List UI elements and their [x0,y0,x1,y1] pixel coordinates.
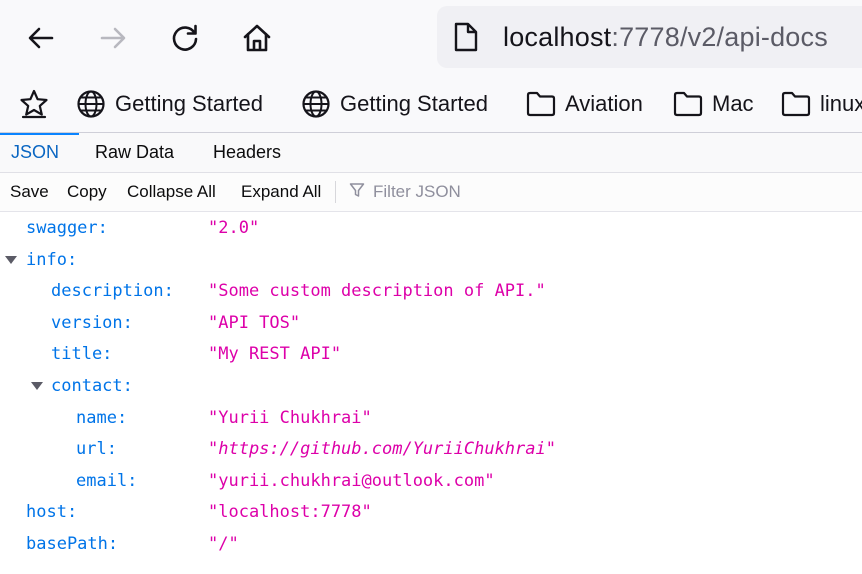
json-value: "yurii.chukhrai@outlook.com" [208,471,495,491]
tree-row-expandable[interactable]: contact: [0,370,862,402]
filter-icon [349,182,365,203]
tree-row[interactable]: title: "My REST API" [0,338,862,370]
bookmark-folder-aviation[interactable]: Aviation [526,87,643,121]
bookmark-label: Getting Started [340,91,488,116]
json-value: "My REST API" [208,344,342,364]
tab-json[interactable]: JSON [11,133,59,172]
json-toolbar: Save Copy Collapse All Expand All [0,173,862,212]
selected-tab-indicator [0,133,79,135]
arrow-right-icon [100,27,126,49]
url-host: localhost [503,21,612,52]
json-key: swagger: [26,218,108,238]
home-button[interactable] [234,15,280,61]
json-key: version: [51,313,133,333]
json-viewer-tabs: JSON Raw Data Headers [0,133,862,173]
browser-toolbar: localhost:7778/v2/api-docs [0,0,862,78]
folder-icon [526,89,556,119]
tab-headers[interactable]: Headers [213,133,281,172]
bookmark-getting-started-1[interactable]: Getting Started [76,87,263,121]
save-button[interactable]: Save [10,173,49,211]
tree-row[interactable]: version: "API TOS" [0,307,862,339]
bookmark-label: linux [820,91,862,116]
json-key: title: [51,344,113,364]
json-value: "Yurii Chukhrai" [208,408,372,428]
forward-button[interactable] [90,15,136,61]
json-key: url: [76,439,117,459]
reload-button[interactable] [162,15,208,61]
filter-json-input[interactable] [371,181,675,203]
url-bar[interactable]: localhost:7778/v2/api-docs [437,6,862,68]
folder-icon [781,89,811,119]
home-icon [243,24,271,52]
json-key: email: [76,471,138,491]
bookmark-folder-mac[interactable]: Mac [673,87,754,121]
tree-row[interactable]: url: "https://github.com/YuriiChukhrai" [0,433,862,465]
json-key: info: [26,250,78,270]
json-key: host: [26,502,78,522]
json-value: "localhost:7778" [208,502,372,522]
json-value: "API TOS" [208,313,301,333]
json-key: contact: [51,376,133,396]
tree-row-expandable[interactable]: info: [0,244,862,276]
json-value: "2.0" [208,218,260,238]
json-value: "/" [208,534,239,554]
bookmark-folder-linux[interactable]: linux [781,87,862,121]
bookmark-label: Aviation [565,91,643,116]
globe-icon [301,89,331,119]
tree-row[interactable]: name: "Yurii Chukhrai" [0,402,862,434]
bookmark-getting-started-2[interactable]: Getting Started [301,87,488,121]
page-icon [453,20,483,54]
filter-box [349,173,675,211]
url-path: :7778/v2/api-docs [611,21,828,52]
bookmark-label: Mac [712,91,754,116]
json-key: basePath: [26,534,119,554]
tree-row[interactable]: host: "localhost:7778" [0,496,862,528]
toolbar-divider [335,181,336,203]
collapse-all-button[interactable]: Collapse All [127,173,216,211]
tree-row[interactable]: basePath: "/" [0,528,862,560]
tree-row[interactable]: description: "Some custom description of… [0,275,862,307]
bookmark-label: Getting Started [115,91,263,116]
json-value-link[interactable]: "https://github.com/YuriiChukhrai" [208,439,556,459]
expand-all-button[interactable]: Expand All [241,173,321,211]
json-tree: swagger: "2.0" info: description: "Some … [0,212,862,574]
bookmarks-bar: Getting Started Getting Started Aviation… [0,78,862,133]
globe-icon [76,89,106,119]
json-key: name: [76,408,128,428]
json-value: "Some custom description of API." [208,281,546,301]
tab-raw-data[interactable]: Raw Data [95,133,174,172]
json-key: description: [51,281,174,301]
reload-icon [172,24,198,51]
arrow-left-icon [28,27,54,49]
tree-row[interactable]: swagger: "2.0" [0,212,862,244]
copy-button[interactable]: Copy [67,173,107,211]
bookmark-star-icon[interactable] [18,88,50,120]
folder-icon [673,89,703,119]
tree-row[interactable]: email: "yurii.chukhrai@outlook.com" [0,465,862,497]
expand-toggle-icon[interactable] [5,256,17,264]
expand-toggle-icon[interactable] [31,382,43,390]
back-button[interactable] [18,15,64,61]
url-text: localhost:7778/v2/api-docs [503,22,828,53]
